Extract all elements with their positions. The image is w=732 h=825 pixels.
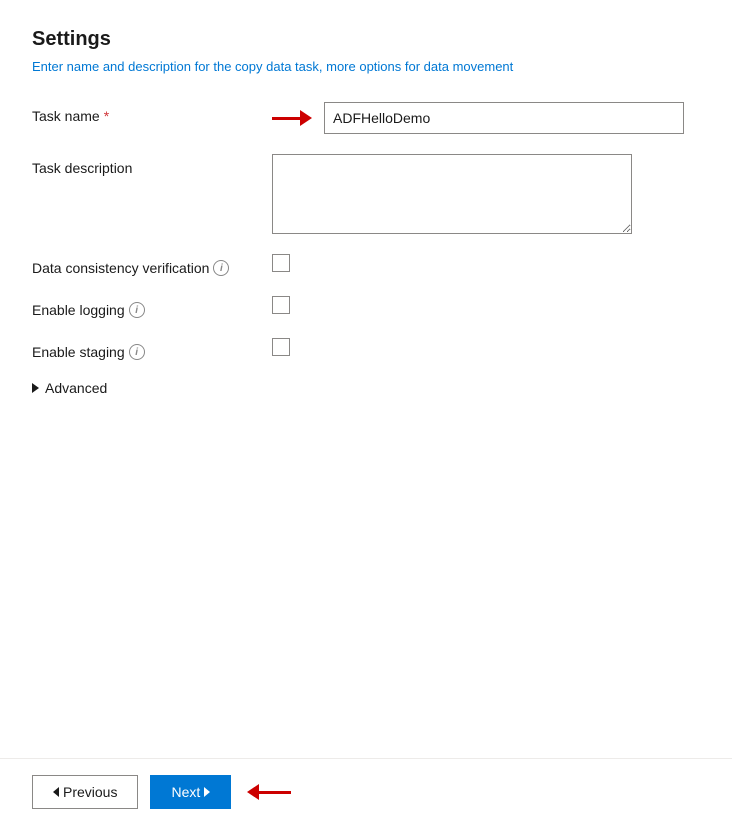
enable-staging-control-area: [272, 338, 700, 356]
settings-page: Settings Enter name and description for …: [0, 0, 732, 825]
advanced-chevron-icon: [32, 383, 39, 393]
enable-logging-row: Enable logging i: [32, 296, 700, 318]
content-area: Settings Enter name and description for …: [0, 0, 732, 758]
advanced-label: Advanced: [45, 380, 107, 396]
previous-button[interactable]: Previous: [32, 775, 138, 809]
data-consistency-checkbox[interactable]: [272, 254, 290, 272]
enable-logging-checkbox[interactable]: [272, 296, 290, 314]
enable-staging-checkbox[interactable]: [272, 338, 290, 356]
enable-staging-info-icon[interactable]: i: [129, 344, 145, 360]
enable-staging-row: Enable staging i: [32, 338, 700, 360]
previous-chevron-icon: [53, 787, 59, 797]
data-consistency-label: Data consistency verification i: [32, 254, 272, 276]
task-description-control-area: [272, 154, 700, 234]
arrow-indicator: [272, 110, 312, 126]
task-description-label: Task description: [32, 154, 272, 176]
page-subtitle: Enter name and description for the copy …: [32, 59, 700, 74]
advanced-section[interactable]: Advanced: [32, 380, 700, 396]
enable-logging-label: Enable logging i: [32, 296, 272, 318]
footer-arrow-head: [247, 784, 259, 800]
task-description-input[interactable]: [272, 154, 632, 234]
task-name-input[interactable]: [324, 102, 684, 134]
task-name-row: Task name *: [32, 102, 700, 134]
task-name-label: Task name *: [32, 102, 272, 124]
footer-bar: Previous Next: [0, 758, 732, 825]
footer-arrow-shaft: [259, 791, 291, 794]
arrow-right-icon: [300, 110, 312, 126]
enable-logging-info-icon[interactable]: i: [129, 302, 145, 318]
task-description-row: Task description: [32, 154, 700, 234]
footer-arrow-indicator: [247, 784, 291, 800]
arrow-shaft: [272, 117, 300, 120]
data-consistency-control-area: [272, 254, 700, 272]
enable-logging-control-area: [272, 296, 700, 314]
page-title: Settings: [32, 28, 700, 51]
required-indicator: *: [104, 108, 109, 124]
data-consistency-row: Data consistency verification i: [32, 254, 700, 276]
next-chevron-icon: [204, 787, 210, 797]
enable-staging-label: Enable staging i: [32, 338, 272, 360]
data-consistency-info-icon[interactable]: i: [213, 260, 229, 276]
task-name-control-area: [272, 102, 700, 134]
next-button[interactable]: Next: [150, 775, 231, 809]
